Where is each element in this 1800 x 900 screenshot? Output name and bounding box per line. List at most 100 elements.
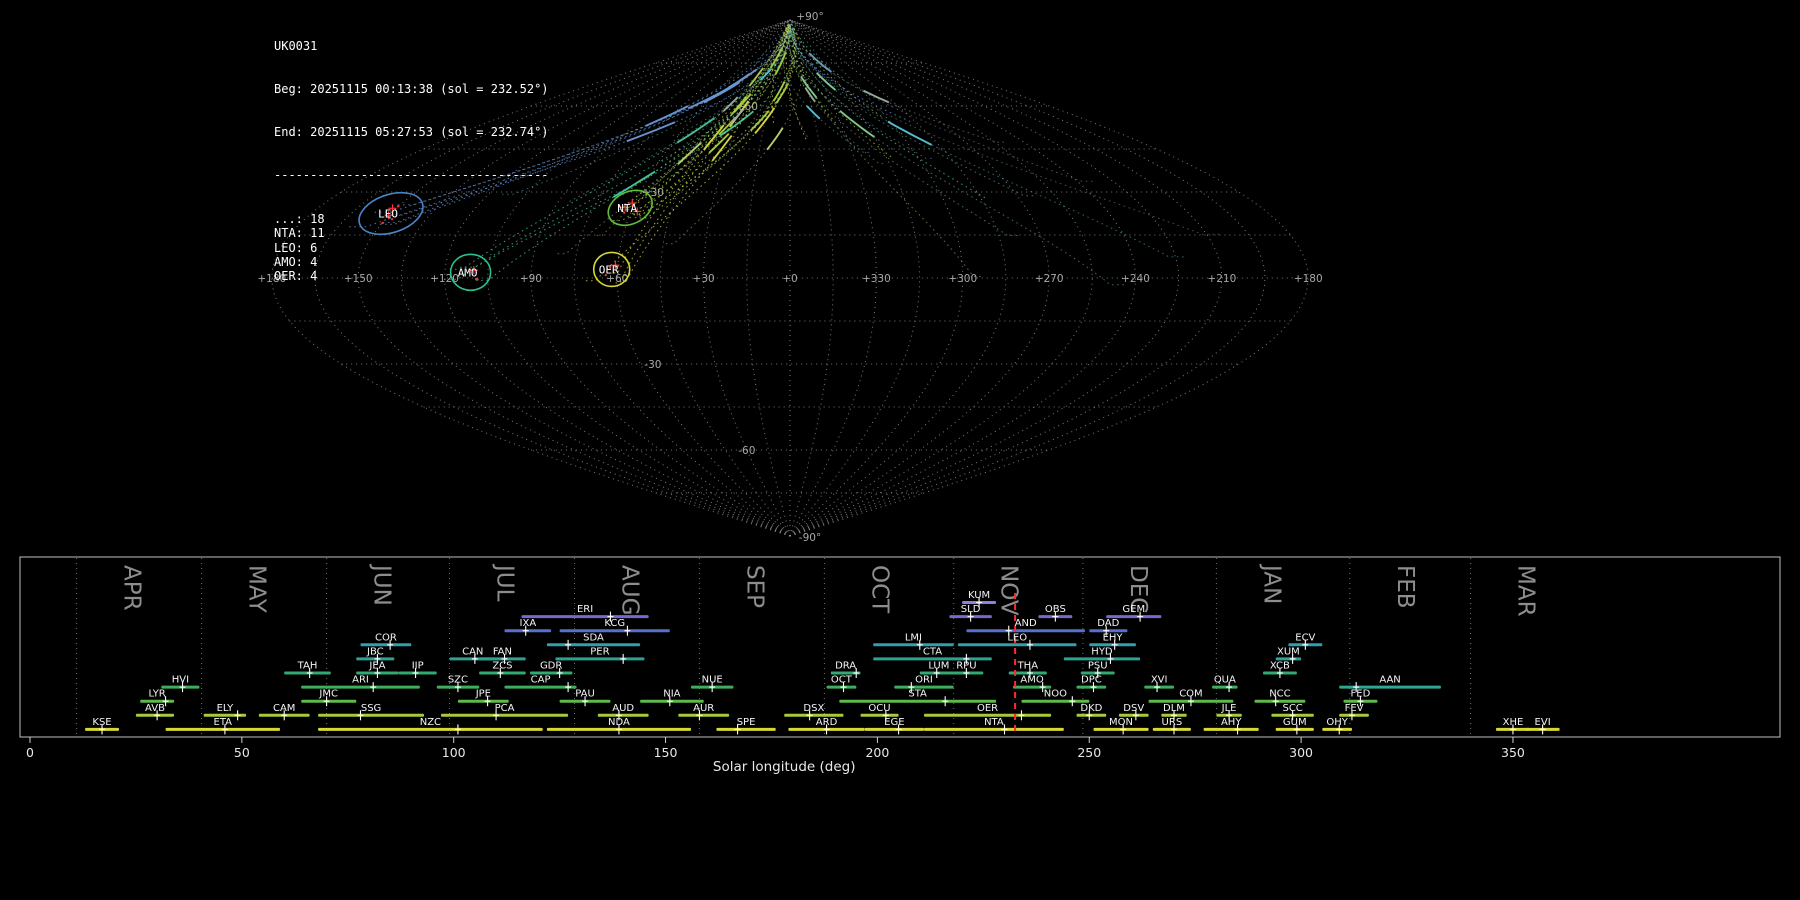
shower-label-ARI: ARI (352, 675, 369, 686)
shower-label-AAN: AAN (1379, 675, 1400, 686)
shower-label-KUM: KUM (968, 590, 990, 601)
shower-label-ZCS: ZCS (492, 661, 512, 672)
sporadic-trail-streak (677, 142, 702, 165)
count-line-leo: LEO: 6 (274, 240, 318, 255)
shower-label-NUE: NUE (702, 675, 723, 686)
sporadic-trail (672, 24, 869, 153)
x-tick-label: 200 (865, 745, 889, 760)
x-axis-title: Solar longitude (deg) (713, 759, 856, 775)
meteor-trail-OER (613, 24, 789, 274)
lat-label: -60 (738, 445, 755, 457)
shower-label-HVI: HVI (172, 675, 189, 686)
shower-label-FEV: FEV (1345, 703, 1364, 714)
shower-label-ERI: ERI (577, 604, 593, 615)
month-label: JUL (491, 563, 517, 602)
count-line-spo: ...: 18 (274, 211, 325, 226)
shower-bar-PER (555, 657, 645, 661)
shower-label-FED: FED (1351, 689, 1371, 700)
shower-label-HYD: HYD (1091, 646, 1113, 657)
sporadic-trail-streak (839, 110, 875, 138)
shower-bar-LEO (957, 643, 1077, 647)
shower-label-GEM: GEM (1122, 604, 1145, 615)
observation-info-panel: UK0031 Beg: 20251115 00:13:38 (sol = 232… (274, 10, 549, 313)
x-tick-label: 150 (654, 745, 678, 760)
shower-label-GDR: GDR (540, 661, 562, 672)
shower-label-NZC: NZC (420, 717, 441, 728)
end-time: End: 20251115 05:27:53 (sol = 232.74°) (274, 125, 549, 140)
x-tick-label: 100 (442, 745, 466, 760)
shower-label-AVB: AVB (145, 703, 165, 714)
shower-label-DSX: DSX (803, 703, 824, 714)
sporadic-trail-streak (806, 105, 821, 120)
shower-label-OBS: OBS (1045, 604, 1066, 615)
month-label: MAR (1513, 565, 1539, 617)
meteor-trail-LEO-streak (626, 121, 676, 143)
lon-label: +240 (1121, 273, 1150, 285)
meteor-trail-OER-streak (754, 107, 776, 135)
sporadic-trail-streak (863, 89, 890, 104)
shower-label-SSG: SSG (361, 703, 381, 714)
shower-label-CAN: CAN (462, 646, 483, 657)
station-id: UK0031 (274, 38, 318, 53)
shower-label-JBC: JBC (366, 646, 384, 657)
shower-bar-NOO (1021, 699, 1090, 703)
count-line-oer: OER: 4 (274, 269, 318, 284)
shower-bar-AHY (1203, 727, 1259, 731)
shower-label-KCG: KCG (604, 618, 625, 629)
begin-time: Beg: 20251115 00:13:38 (sol = 232.52°) (274, 82, 549, 97)
shower-label-COM: COM (1179, 689, 1202, 700)
radiant-label-OER: OER (599, 263, 619, 276)
shower-label-ECV: ECV (1295, 632, 1315, 643)
meteor-trail-LEO-streak (716, 73, 750, 96)
shower-label-LEO: LEO (1007, 632, 1027, 643)
meteor-trail-LEO-streak (645, 105, 689, 127)
shower-label-URS: URS (1162, 717, 1183, 728)
sky-and-activity-plot: +180 +150 +120 +90 +60 +30 +0 +330 +300 +270 +240 +… (19, 11, 1781, 775)
sporadic-trail-streak (766, 127, 784, 151)
shower-label-LUM: LUM (928, 661, 949, 672)
shower-label-AHY: AHY (1221, 717, 1242, 728)
shower-bar-EGE (864, 727, 924, 731)
shower-label-DKD: DKD (1080, 703, 1102, 714)
shower-label-FAN: FAN (493, 646, 512, 657)
x-tick-label: 250 (1077, 745, 1101, 760)
shower-label-EGE: EGE (884, 717, 904, 728)
shower-label-SLD: SLD (961, 604, 981, 615)
shower-label-EHY: EHY (1103, 632, 1124, 643)
shower-label-OHY: OHY (1326, 717, 1348, 728)
shower-label-OER: OER (977, 703, 998, 714)
shower-label-LMI: LMI (905, 632, 922, 643)
shower-label-ORI: ORI (915, 675, 933, 686)
shower-label-CAP: CAP (531, 675, 551, 686)
graticule-meridian (789, 19, 1050, 537)
shower-label-CTA: CTA (923, 646, 942, 657)
shower-label-ETA: ETA (214, 717, 233, 728)
shower-label-THA: THA (1017, 661, 1039, 672)
shower-label-NTA: NTA (984, 717, 1004, 728)
month-label: MAY (244, 565, 270, 614)
month-label: OCT (866, 565, 892, 614)
radiant-map-screen: +180 +150 +120 +90 +60 +30 +0 +330 +300 +270 +240 +… (0, 0, 1800, 900)
month-label: AUG (616, 565, 642, 615)
lat-label: -30 (644, 359, 661, 371)
shower-bar-STA (839, 699, 997, 703)
shower-label-PCA: PCA (495, 703, 515, 714)
shower-bar-AUR (678, 713, 730, 717)
shower-bar-SSG (318, 713, 424, 717)
shower-label-IIP: IIP (412, 661, 424, 672)
lon-label: +180 (1294, 273, 1323, 285)
shower-label-SZC: SZC (448, 675, 468, 686)
shower-counts: ...: 18 NTA: 11 LEO: 6 AMO: 4 OER: 4 (274, 212, 549, 284)
shower-label-STA: STA (908, 689, 927, 700)
graticule-meridian (659, 19, 791, 537)
month-label: FEB (1392, 565, 1418, 609)
pole-label-south: -90° (799, 532, 821, 544)
shower-label-XCB: XCB (1270, 661, 1290, 672)
shower-label-DRA: DRA (835, 661, 856, 672)
shower-label-JEA: JEA (368, 661, 385, 672)
meteor-trail-OER (624, 24, 807, 276)
shower-label-JMC: JMC (318, 689, 338, 700)
x-tick-label: 350 (1501, 745, 1525, 760)
x-tick-label: 300 (1289, 745, 1313, 760)
shower-label-NCC: NCC (1269, 689, 1290, 700)
